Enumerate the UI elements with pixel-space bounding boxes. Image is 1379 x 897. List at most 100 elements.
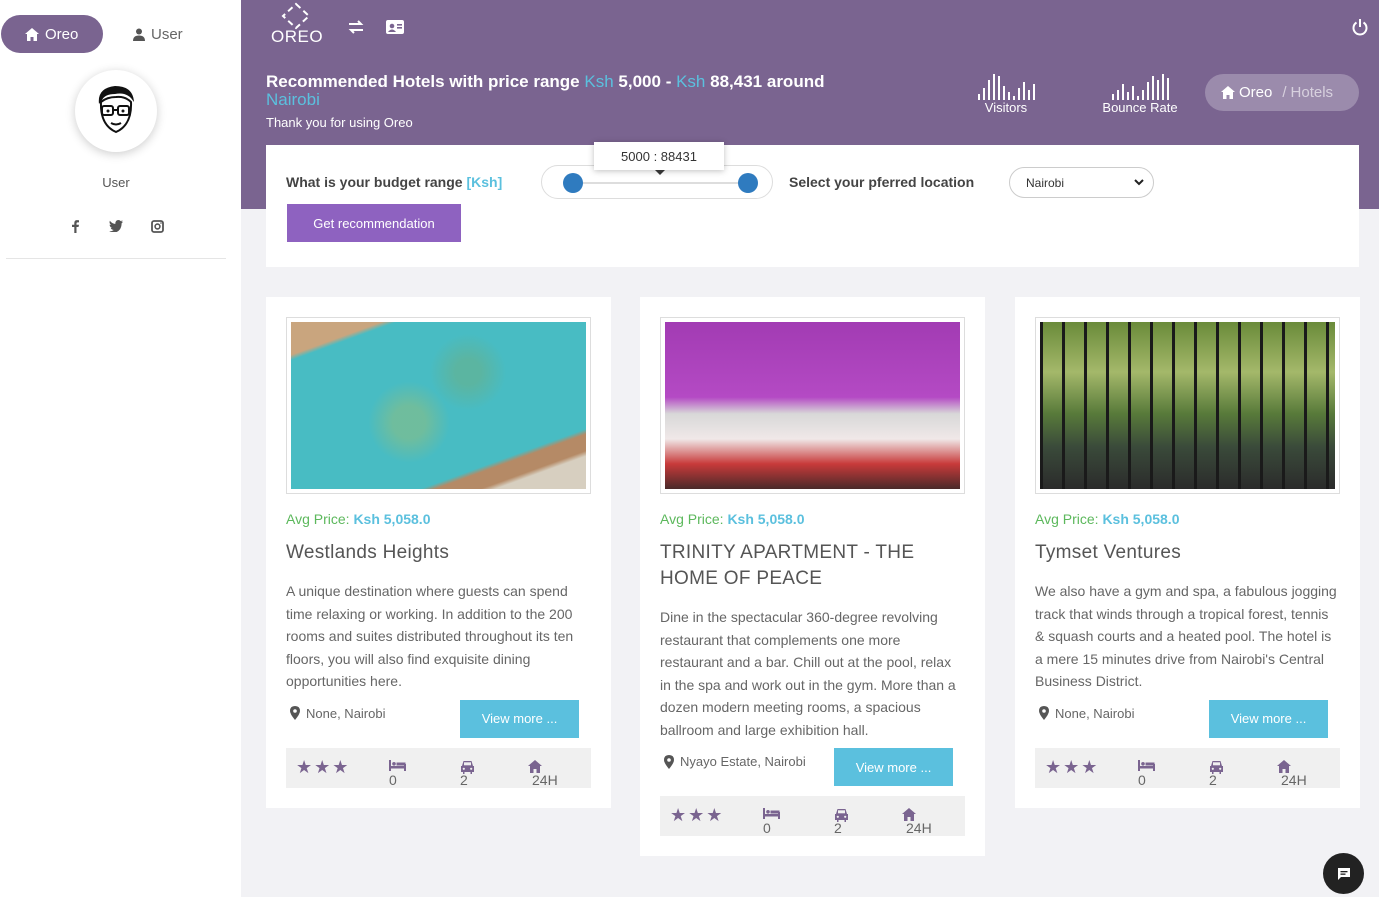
bounce-rate-stat: Bounce Rate [1087, 72, 1193, 115]
star-rating: ★★★ [670, 805, 725, 825]
budget-unit: [Ksh] [466, 174, 503, 190]
visitors-sparkline [953, 72, 1059, 100]
view-more-button[interactable]: View more ... [460, 699, 579, 738]
visitors-label: Visitors [984, 100, 1028, 115]
hotel-amenities: ★★★ 0 2 24H [1035, 747, 1340, 788]
rooms-count: 0 [763, 808, 780, 836]
bounce-rate-label: Bounce Rate [1102, 100, 1178, 115]
power-icon[interactable] [1351, 18, 1369, 36]
home-icon [1221, 86, 1235, 99]
tab-user[interactable]: User [103, 15, 183, 53]
avg-price: Avg Price: Ksh 5,058.0 [1035, 511, 1340, 527]
cars-count: 2 [460, 760, 475, 788]
avg-price: Avg Price: Ksh 5,058.0 [660, 511, 965, 527]
chat-button[interactable] [1323, 853, 1364, 894]
filter-panel: What is your budget range [Ksh] 5000 : 8… [266, 142, 1359, 267]
hotel-description: Dine in the spectacular 360-degree revol… [660, 609, 956, 738]
user-icon [133, 28, 145, 41]
hotel-card: Avg Price: Ksh 5,058.0 TRINITY APARTMENT… [640, 297, 985, 856]
location-select-value: Nairobi [1026, 175, 1065, 190]
rooms-count: 0 [389, 759, 406, 788]
slider-value-tooltip: 5000 : 88431 [594, 142, 724, 175]
twitter-icon[interactable] [109, 218, 123, 234]
hotel-location: Nyayo Estate, Nairobi [664, 754, 806, 769]
sidebar-user-name: User [102, 175, 130, 190]
star-rating: ★★★ [1045, 756, 1100, 777]
facebook-icon[interactable] [68, 218, 82, 234]
view-more-button[interactable]: View more ... [834, 748, 953, 786]
hours-info: 24H [528, 759, 558, 788]
cars-count: 2 [1209, 760, 1224, 788]
heading-currency-min: Ksh [584, 72, 614, 91]
cars-count: 2 [834, 808, 849, 836]
hotel-name: Westlands Heights [286, 542, 450, 563]
slider-min-handle[interactable] [563, 173, 583, 193]
hotel-photo[interactable] [286, 317, 591, 494]
avg-price-label: Avg Price: [286, 511, 350, 527]
hours-info: 24H [902, 808, 932, 836]
avg-price-label: Avg Price: [660, 511, 724, 527]
hours-value: 24H [906, 820, 932, 836]
tab-oreo[interactable]: Oreo [1, 15, 103, 53]
location-label: Select your pferred location [789, 174, 975, 190]
heading-currency-max: Ksh [676, 72, 706, 91]
rooms-value: 0 [1138, 771, 1146, 788]
tab-oreo-label: Oreo [45, 25, 79, 43]
chat-icon [1337, 867, 1350, 880]
breadcrumb: Oreo / Hotels [1205, 74, 1359, 111]
hotel-photo[interactable] [660, 317, 965, 494]
breadcrumb-current: Hotels [1290, 84, 1334, 101]
hotel-name: Tymset Ventures [1035, 542, 1182, 563]
thank-you-text: Thank you for using Oreo [266, 115, 413, 130]
swap-arrows-icon[interactable] [346, 18, 366, 36]
instagram-icon[interactable] [150, 218, 164, 234]
hotel-card: Avg Price: Ksh 5,058.0 Tymset Ventures W… [1015, 297, 1360, 808]
hotel-location-text: None, Nairobi [1055, 705, 1135, 721]
hotel-description: We also have a gym and spa, a fabulous j… [1035, 583, 1337, 689]
cars-value: 2 [1209, 771, 1217, 788]
hotel-location: None, Nairobi [290, 706, 386, 721]
page-heading: Recommended Hotels with price range Ksh … [266, 72, 866, 131]
get-recommendation-button[interactable]: Get recommendation [287, 204, 461, 242]
avg-price: Avg Price: Ksh 5,058.0 [286, 511, 591, 527]
star-rating: ★★★ [296, 756, 351, 777]
sidebar: Oreo User User [0, 0, 241, 897]
sidebar-divider [6, 258, 226, 259]
sidebar-tabs: Oreo User [0, 0, 241, 58]
hotel-location-row: Nyayo Estate, Nairobi View more ... [660, 748, 965, 796]
bed-icon [763, 808, 780, 819]
social-links [68, 218, 164, 234]
rooms-value: 0 [389, 771, 397, 788]
cars-value: 2 [834, 820, 842, 836]
bed-icon [389, 759, 406, 771]
heading-location: Nairobi [266, 90, 320, 109]
avg-price-value: Ksh 5,058.0 [727, 511, 805, 527]
avatar[interactable] [75, 70, 157, 152]
heading-min-price: 5,000 [618, 72, 661, 91]
breadcrumb-home[interactable]: Oreo [1239, 84, 1272, 101]
hotel-location-row: None, Nairobi View more ... [1035, 699, 1340, 748]
rooms-count: 0 [1138, 759, 1155, 788]
chevron-down-icon [1134, 179, 1144, 186]
slider-max-handle[interactable] [738, 173, 758, 193]
brand-name[interactable]: OREO [271, 27, 323, 47]
hotel-description: A unique destination where guests can sp… [286, 583, 574, 689]
slider-track [572, 182, 748, 184]
hotel-photo[interactable] [1035, 317, 1340, 494]
avg-price-value: Ksh 5,058.0 [1102, 511, 1180, 527]
heading-around: around [766, 72, 825, 91]
bed-icon [1138, 759, 1155, 771]
location-select[interactable]: Nairobi [1009, 167, 1154, 198]
hotel-amenities: ★★★ 0 2 24H [660, 796, 965, 836]
contact-card-icon[interactable] [385, 18, 405, 36]
hotel-location-text: Nyayo Estate, Nairobi [680, 754, 806, 769]
view-more-button[interactable]: View more ... [1209, 699, 1328, 738]
avatar-face-icon [98, 86, 134, 134]
hotel-location: None, Nairobi [1039, 706, 1135, 721]
tab-user-label: User [151, 25, 183, 43]
map-pin-icon [290, 706, 300, 720]
bounce-rate-sparkline [1087, 72, 1193, 100]
hotel-card: Avg Price: Ksh 5,058.0 Westlands Heights… [266, 297, 611, 808]
budget-label: What is your budget range [Ksh] [286, 174, 502, 190]
hotel-location-text: None, Nairobi [306, 705, 386, 721]
